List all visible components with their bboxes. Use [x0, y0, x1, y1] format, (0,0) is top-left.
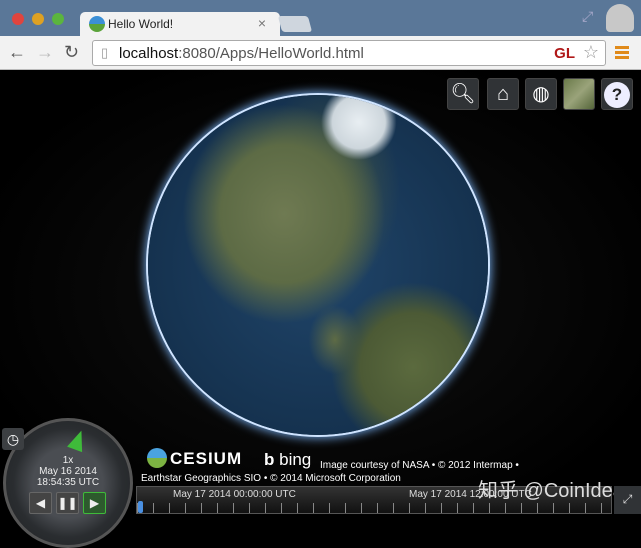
credit-line-2: Earthstar Geographics SIO • © 2014 Micro…: [141, 473, 401, 484]
maximize-window-button[interactable]: [52, 13, 64, 25]
url-path: :8080/Apps/HelloWorld.html: [178, 45, 364, 62]
close-window-button[interactable]: [12, 13, 24, 25]
menu-icon[interactable]: [615, 46, 629, 61]
expand-icon: ⤢: [622, 492, 633, 506]
reload-icon[interactable]: ↻: [64, 42, 79, 63]
cesium-logo-text[interactable]: CESIUM: [170, 449, 242, 469]
tab-title: Hello World!: [108, 17, 174, 31]
forward-icon[interactable]: →: [36, 42, 54, 63]
help-button[interactable]: ?: [601, 78, 633, 110]
home-button[interactable]: ⌂: [487, 78, 519, 110]
animation-time: 18:54:35 UTC: [36, 477, 100, 488]
back-icon[interactable]: ←: [8, 42, 26, 63]
clock-icon[interactable]: ◷: [2, 428, 24, 450]
home-icon: ⌂: [496, 83, 510, 105]
cesium-favicon-icon: [89, 16, 105, 32]
help-icon: ?: [604, 82, 630, 108]
fullscreen-button[interactable]: ⤢: [614, 486, 641, 514]
timeline-label: May 17 2014 00:00:00 UTC: [173, 489, 296, 500]
cesium-logo-icon[interactable]: [147, 448, 167, 468]
webgl-badge[interactable]: GL: [554, 45, 575, 62]
url-host: localhost: [119, 45, 179, 62]
new-tab-button[interactable]: [277, 16, 313, 32]
browser-toolbar: ← → ↻ ▯ localhost:8080/Apps/HelloWorld.h…: [0, 36, 641, 70]
scene-mode-button[interactable]: ◍: [525, 78, 557, 110]
base-layer-picker-button[interactable]: [563, 78, 595, 110]
bing-logo-text: bing: [279, 450, 312, 469]
timeline-needle[interactable]: [138, 501, 143, 513]
animation-speed: 1x: [62, 455, 74, 466]
address-bar[interactable]: ▯ localhost:8080/Apps/HelloWorld.html GL…: [92, 40, 606, 66]
play-reverse-button[interactable]: ◀: [29, 492, 52, 514]
incognito-icon: [606, 4, 634, 32]
credit-line-1: Image courtesy of NASA • © 2012 Intermap…: [320, 460, 519, 471]
browser-tab[interactable]: Hello World! ×: [80, 12, 280, 38]
watermark: 知乎 @CoinIdea: [478, 480, 624, 502]
pause-button[interactable]: ❚❚: [56, 492, 79, 514]
bing-logo-icon: b: [264, 450, 275, 469]
minimize-window-button[interactable]: [32, 13, 44, 25]
browser-titlebar: Hello World! × ⤢: [0, 0, 641, 38]
fullscreen-icon[interactable]: ⤢: [582, 8, 593, 25]
geocoder-search-button[interactable]: 🔍︎: [447, 78, 479, 110]
animation-date: May 16 2014: [39, 466, 97, 477]
play-button[interactable]: ▶: [83, 492, 106, 514]
close-tab-icon[interactable]: ×: [258, 15, 266, 31]
bookmark-star-icon[interactable]: ☆: [583, 42, 599, 63]
page-icon: ▯: [101, 45, 109, 60]
search-icon: 🔍︎: [450, 83, 476, 105]
timeline-ticks: [137, 503, 611, 513]
globe-icon: ◍: [532, 83, 550, 105]
bing-logo[interactable]: b bing: [264, 450, 311, 470]
globe[interactable]: [148, 95, 488, 435]
